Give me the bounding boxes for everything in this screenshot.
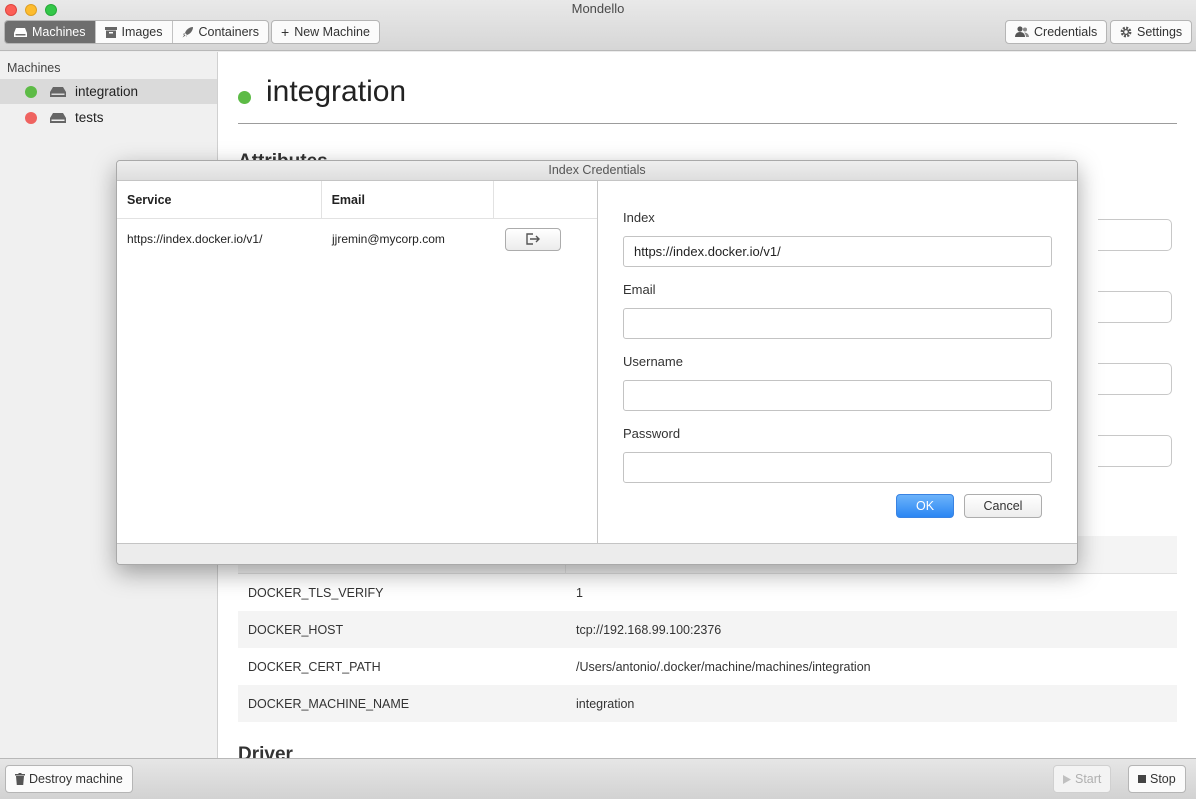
ok-button[interactable]: OK — [896, 494, 954, 518]
email-field[interactable] — [623, 308, 1052, 339]
drive-icon — [14, 27, 27, 37]
dialog-footer — [117, 543, 1077, 564]
dialog-title: Index Credentials — [117, 161, 1077, 181]
username-label: Username — [623, 354, 683, 369]
credential-email: jjremin@mycorp.com — [332, 232, 445, 246]
email-label: Email — [623, 282, 656, 297]
start-button[interactable]: Start — [1053, 765, 1112, 793]
status-dot — [25, 111, 37, 124]
title-divider — [238, 123, 1177, 124]
attribute-field[interactable] — [1098, 219, 1172, 251]
tab-images-label: Images — [121, 25, 163, 39]
sidebar-item-label: tests — [75, 110, 104, 125]
title-toolbar: Mondello Machines Images Containers + Ne… — [0, 0, 1196, 51]
gear-icon — [1120, 26, 1132, 38]
sidebar-item-integration[interactable]: integration — [0, 79, 217, 104]
credentials-label: Credentials — [1034, 25, 1098, 39]
start-label: Start — [1075, 772, 1102, 786]
column-service[interactable]: Service — [117, 181, 322, 218]
credentials-dialog: Index Credentials Service Email https://… — [116, 160, 1078, 565]
status-dot — [25, 85, 37, 98]
trash-icon — [15, 773, 25, 785]
tab-machines-label: Machines — [32, 25, 86, 39]
destroy-machine-button[interactable]: Destroy machine — [5, 765, 133, 793]
credential-form: Index Email Username Password OK Cancel — [599, 181, 1077, 543]
stop-icon — [1138, 775, 1146, 783]
env-value: 1 — [576, 585, 583, 600]
logout-button[interactable] — [505, 227, 561, 251]
tab-containers[interactable]: Containers — [173, 21, 268, 43]
env-key: DOCKER_TLS_VERIFY — [248, 585, 384, 600]
plus-icon: + — [281, 24, 290, 40]
attribute-field[interactable] — [1098, 435, 1172, 467]
credentials-button[interactable]: Credentials — [1005, 20, 1108, 44]
tab-containers-label: Containers — [198, 25, 259, 39]
driver-heading: Driver — [238, 744, 293, 758]
cancel-button[interactable]: Cancel — [964, 494, 1042, 518]
username-field[interactable] — [623, 380, 1052, 411]
stop-button[interactable]: Stop — [1128, 765, 1186, 793]
table-row[interactable]: DOCKER_TLS_VERIFY 1 — [238, 574, 1177, 611]
env-key: DOCKER_MACHINE_NAME — [248, 696, 410, 711]
view-switcher: Machines Images Containers — [4, 20, 269, 44]
new-machine-button[interactable]: + New Machine — [271, 20, 380, 44]
play-icon — [1063, 774, 1071, 784]
tab-machines[interactable]: Machines — [5, 21, 96, 43]
env-key: DOCKER_HOST — [248, 622, 344, 637]
drive-icon — [50, 86, 66, 97]
sidebar-item-tests[interactable]: tests — [0, 105, 217, 130]
users-icon — [1015, 26, 1029, 37]
env-value: /Users/antonio/.docker/machine/machines/… — [576, 659, 871, 674]
index-label: Index — [623, 210, 655, 225]
table-row[interactable]: https://index.docker.io/v1/ jjremin@myco… — [117, 219, 597, 259]
env-key: DOCKER_CERT_PATH — [248, 659, 381, 674]
logout-icon — [526, 233, 540, 245]
password-label: Password — [623, 426, 681, 441]
column-email[interactable]: Email — [322, 181, 495, 218]
table-row[interactable]: DOCKER_MACHINE_NAME integration — [238, 685, 1177, 722]
table-row[interactable]: DOCKER_HOST tcp://192.168.99.100:2376 — [238, 611, 1177, 648]
index-field[interactable] — [623, 236, 1052, 267]
settings-button[interactable]: Settings — [1110, 20, 1193, 44]
env-value: tcp://192.168.99.100:2376 — [576, 622, 722, 637]
sidebar-item-label: integration — [75, 84, 139, 99]
status-dot — [238, 91, 251, 104]
destroy-machine-label: Destroy machine — [29, 772, 123, 786]
credentials-table: Service Email https://index.docker.io/v1… — [117, 181, 598, 543]
page-title: integration — [266, 75, 407, 108]
env-value: integration — [576, 696, 635, 711]
rocket-icon — [182, 27, 193, 38]
credential-service: https://index.docker.io/v1/ — [127, 232, 263, 246]
new-machine-label: New Machine — [294, 25, 370, 39]
column-action — [494, 181, 597, 218]
attribute-field[interactable] — [1098, 291, 1172, 323]
stop-label: Stop — [1150, 772, 1176, 786]
table-row[interactable]: DOCKER_CERT_PATH /Users/antonio/.docker/… — [238, 648, 1177, 685]
drive-icon — [50, 112, 66, 123]
settings-label: Settings — [1137, 25, 1183, 39]
sidebar-heading: Machines — [7, 61, 61, 75]
window-title: Mondello — [571, 1, 625, 16]
password-field[interactable] — [623, 452, 1052, 483]
box-icon — [104, 26, 117, 38]
tab-images[interactable]: Images — [96, 21, 173, 43]
table-header: Service Email — [117, 181, 597, 219]
attribute-field[interactable] — [1098, 363, 1172, 395]
bottom-toolbar: Destroy machine Start Stop — [0, 758, 1196, 799]
